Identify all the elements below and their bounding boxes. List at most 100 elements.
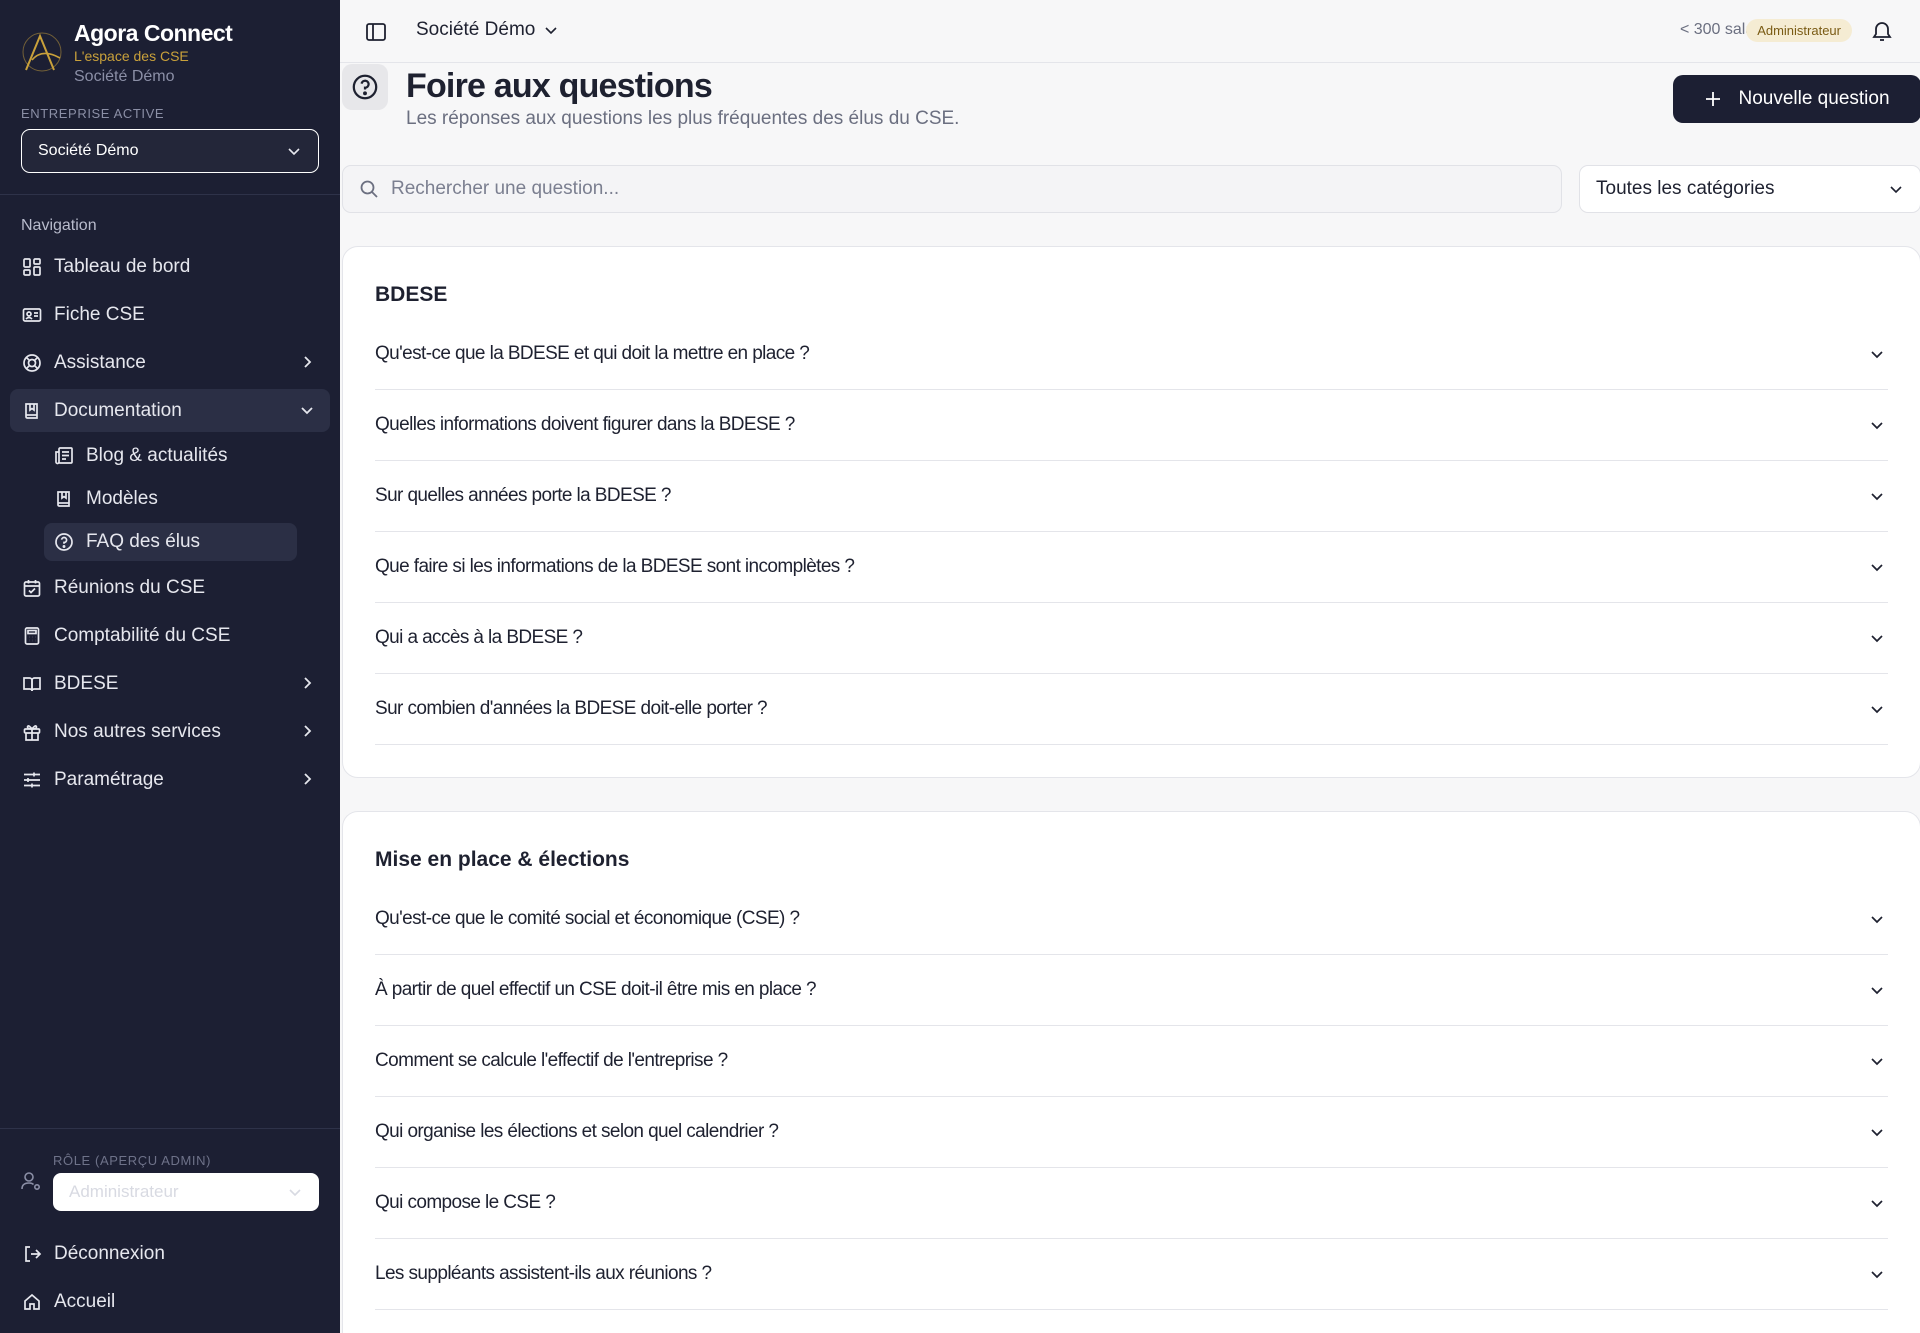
role-select-value: Administrateur: [69, 1182, 179, 1201]
question-text: Qui organise les élections et selon quel…: [375, 1121, 779, 1142]
chevron-down-icon: [1871, 916, 1883, 924]
top-bar: Société Démo < 300 salariés Administrate…: [340, 0, 1920, 63]
section-title: Mise en place & élections: [375, 848, 630, 871]
role-select[interactable]: Administrateur: [53, 1173, 319, 1211]
question-text: À partir de quel effectif un CSE doit-il…: [375, 979, 817, 1000]
sidebar-item-label: Modèles: [86, 488, 158, 509]
sidebar-item-comptabilite[interactable]: Comptabilité du CSE: [10, 614, 330, 657]
faq-question-item[interactable]: Qu'est-ce que le comité social et économ…: [375, 884, 1888, 955]
sidebar-item-label: Tableau de bord: [54, 255, 191, 277]
gift-icon: [21, 721, 43, 743]
chevron-down-icon: [1871, 1200, 1883, 1208]
faq-question-item[interactable]: Qui a accès à la BDESE ?: [375, 603, 1888, 674]
sidebar-divider: [0, 1128, 340, 1129]
role-badge: Administrateur: [1746, 19, 1852, 42]
faq-section-mise-en-place: Mise en place & élections Qu'est-ce que …: [342, 811, 1920, 1333]
sidebar-item-assistance[interactable]: Assistance: [10, 341, 330, 384]
sidebar-nav: Tableau de bord Fiche CSE Assistance Doc…: [10, 245, 330, 806]
chevron-down-icon: [1871, 635, 1883, 643]
faq-question-item[interactable]: Sur quelles années porte la BDESE ?: [375, 461, 1888, 532]
section-title: BDESE: [375, 283, 448, 306]
logout-button[interactable]: Déconnexion: [10, 1232, 330, 1275]
sidebar-item-label: Nos autres services: [54, 720, 221, 742]
sidebar-item-reunions[interactable]: Réunions du CSE: [10, 566, 330, 609]
company-label: ENTREPRISE ACTIVE: [21, 106, 165, 121]
sidebar-item-label: Blog & actualités: [86, 445, 228, 466]
bell-icon[interactable]: [1870, 19, 1894, 43]
sidebar-subitem-faq[interactable]: FAQ des élus: [44, 523, 297, 561]
question-text: Comment se calcule l'effectif de l'entre…: [375, 1050, 728, 1071]
dashboard-icon: [21, 256, 43, 278]
question-text: Sur combien d'années la BDESE doit-elle …: [375, 698, 768, 719]
sidebar-item-label: Paramétrage: [54, 768, 164, 790]
category-select[interactable]: Toutes les catégories: [1579, 165, 1920, 213]
sidebar-item-label: Accueil: [54, 1290, 116, 1312]
faq-question-item[interactable]: Quelles informations doivent figurer dan…: [375, 390, 1888, 461]
sidebar-item-dashboard[interactable]: Tableau de bord: [10, 245, 330, 288]
sidebar-item-label: Comptabilité du CSE: [54, 624, 231, 646]
chevron-down-icon: [1871, 564, 1883, 572]
chevron-down-icon: [288, 148, 300, 156]
chevron-right-icon: [304, 725, 312, 737]
question-text: Qui compose le CSE ?: [375, 1192, 556, 1213]
sidebar-item-label: Documentation: [54, 399, 182, 421]
sidebar-item-label: Fiche CSE: [54, 303, 145, 325]
open-book-icon: [21, 673, 43, 695]
sidebar-item-fiche-cse[interactable]: Fiche CSE: [10, 293, 330, 336]
chevron-down-icon: [289, 1189, 301, 1197]
newspaper-icon: [53, 445, 75, 467]
sidebar-subitem-modeles[interactable]: Modèles: [44, 480, 297, 518]
faq-question-item[interactable]: À partir de quel effectif un CSE doit-il…: [375, 955, 1888, 1026]
faq-question-item[interactable]: Qui compose le CSE ?: [375, 1168, 1888, 1239]
brand[interactable]: Agora Connect L'espace des CSE Société D…: [20, 20, 233, 86]
user-cog-icon: [21, 1172, 41, 1191]
help-circle-icon: [53, 531, 75, 553]
chevron-down-icon: [1871, 1271, 1883, 1279]
search-box: [342, 165, 1562, 213]
faq-question-item[interactable]: Comment se calcule l'effectif de l'entre…: [375, 1026, 1888, 1097]
book-icon: [21, 400, 43, 422]
sidebar-item-parametrage[interactable]: Paramétrage: [10, 758, 330, 801]
sidebar-subitem-blog[interactable]: Blog & actualités: [44, 437, 297, 475]
new-question-button[interactable]: Nouvelle question: [1673, 75, 1920, 123]
search-input[interactable]: [391, 178, 1541, 200]
faq-question-item[interactable]: Qui organise les élections et selon quel…: [375, 1097, 1888, 1168]
template-icon: [53, 488, 75, 510]
faq-question-item[interactable]: Que faire si les informations de la BDES…: [375, 532, 1888, 603]
question-list: Qu'est-ce que la BDESE et qui doit la me…: [375, 319, 1888, 745]
sidebar-item-label: Réunions du CSE: [54, 576, 206, 598]
faq-page-icon: [342, 64, 388, 110]
sidebar-item-documentation[interactable]: Documentation: [10, 389, 330, 432]
faq-section-bdese: BDESE Qu'est-ce que la BDESE et qui doit…: [342, 246, 1920, 778]
chevron-down-icon: [301, 407, 313, 415]
brand-tagline: L'espace des CSE: [74, 48, 189, 65]
page-title: Foire aux questions: [406, 67, 713, 105]
page-subtitle: Les réponses aux questions les plus fréq…: [406, 108, 960, 129]
lifebuoy-icon: [21, 352, 43, 374]
chevron-down-icon: [1871, 351, 1883, 359]
search-icon: [360, 180, 378, 198]
company-select[interactable]: Société Démo: [21, 129, 319, 173]
chevron-down-icon: [1890, 186, 1902, 194]
calendar-icon: [21, 577, 43, 599]
chevron-down-icon: [545, 27, 557, 35]
sidebar-item-autres-services[interactable]: Nos autres services: [10, 710, 330, 753]
role-label: RÔLE (APERÇU ADMIN): [53, 1153, 212, 1168]
company-dropdown[interactable]: Société Démo: [416, 19, 559, 41]
sidebar-toggle-icon[interactable]: [364, 20, 388, 44]
nav-section-label: Navigation: [21, 217, 97, 234]
sliders-icon: [21, 769, 43, 791]
sidebar-item-bdese[interactable]: BDESE: [10, 662, 330, 705]
brand-name: Agora Connect: [74, 20, 233, 46]
main-content: Foire aux questions Les réponses aux que…: [340, 63, 1920, 1333]
question-list: Qu'est-ce que le comité social et économ…: [375, 884, 1888, 1310]
faq-question-item[interactable]: Sur combien d'années la BDESE doit-elle …: [375, 674, 1888, 745]
faq-question-item[interactable]: Qu'est-ce que la BDESE et qui doit la me…: [375, 319, 1888, 390]
faq-question-item[interactable]: Les suppléants assistent-ils aux réunion…: [375, 1239, 1888, 1310]
question-text: Quelles informations doivent figurer dan…: [375, 414, 795, 435]
company-dropdown-label: Société Démo: [416, 19, 536, 40]
id-card-icon: [21, 304, 43, 326]
home-link[interactable]: Accueil: [10, 1280, 330, 1323]
company-select-value: Société Démo: [38, 142, 139, 159]
sidebar: Agora Connect L'espace des CSE Société D…: [0, 0, 340, 1333]
